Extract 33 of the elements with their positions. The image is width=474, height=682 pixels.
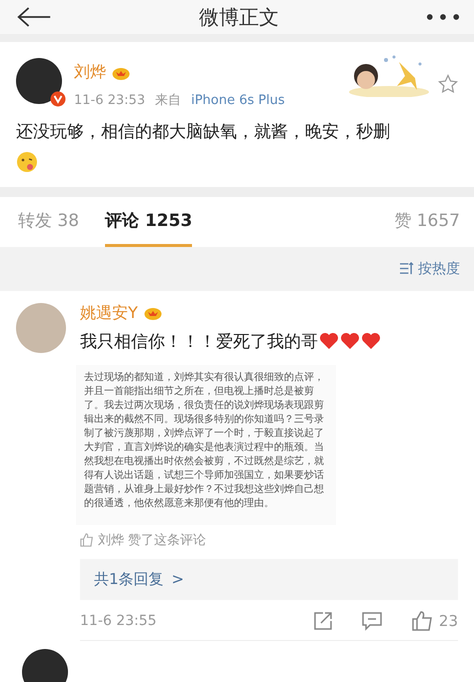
more-icon[interactable] xyxy=(426,13,460,21)
thumbs-up-icon xyxy=(80,532,94,547)
tab[interactable]: 赞 1657 xyxy=(394,208,460,247)
heart-icon xyxy=(361,332,381,350)
author-name[interactable]: 刘烨 xyxy=(74,62,106,83)
tab[interactable]: 转发 38 xyxy=(18,208,80,247)
source-link[interactable]: iPhone 6s Plus xyxy=(191,93,285,108)
post-text: 还没玩够，相信的都大脑缺氧，就酱，晚安，秒删 xyxy=(16,121,391,144)
kiss-emoji-icon xyxy=(16,150,38,173)
like-count: 23 xyxy=(438,612,458,630)
heart-icon xyxy=(319,332,339,350)
heart-icon xyxy=(340,332,360,350)
comment-text: 我只相信你！！！爱死了我的哥 xyxy=(80,330,318,353)
back-icon[interactable] xyxy=(16,6,52,28)
avatar[interactable] xyxy=(16,58,62,104)
star-icon[interactable] xyxy=(438,74,458,94)
comment-time: 11-6 23:55 xyxy=(80,612,158,629)
liked-note: 刘烨 赞了这条评论 xyxy=(98,532,206,549)
source-label: 来自 xyxy=(155,92,182,109)
share-icon[interactable] xyxy=(312,610,333,631)
commenter-name[interactable]: 姚遇安Y xyxy=(80,302,138,324)
post-time: 11-6 23:53 xyxy=(74,93,146,108)
screenshot-text: 去过现场的都知道，刘烨其实有很认真很细致的点评，并且一首能指出细节之所在，但电视上播时总是被剪了。我去过两次现场，很负责任的说刘烨现场表现跟剪辑出来的截然不同。现场很多特别的你知道吗？三号录制了被污蔑那期，刘烨点评了一个时，于毅直接说起了大判官，直言刘烨说的确实是他表演过程中的瓶颈。当然我想在电视播出时依然会被剪，不过既然是综艺，就得有人说出话题，试想三个导师加强国立，如果要炒话题营销，从谁身上最好炒作？不过我想这些刘烨自己想的很通透，他依然愿意来那便有他的理由。 xyxy=(84,370,325,511)
sort-icon xyxy=(399,262,414,276)
comment-icon[interactable] xyxy=(360,610,383,631)
page-title: 微博正文 xyxy=(199,4,279,30)
verified-badge-icon xyxy=(50,91,66,107)
thumbs-up-icon[interactable] xyxy=(410,610,433,632)
crown-icon xyxy=(144,306,162,320)
crown-icon xyxy=(112,66,130,80)
sort-button[interactable]: 按热度 xyxy=(399,258,460,280)
avatar[interactable] xyxy=(22,648,68,682)
replies-link[interactable]: 共1条回复 > xyxy=(80,558,458,600)
